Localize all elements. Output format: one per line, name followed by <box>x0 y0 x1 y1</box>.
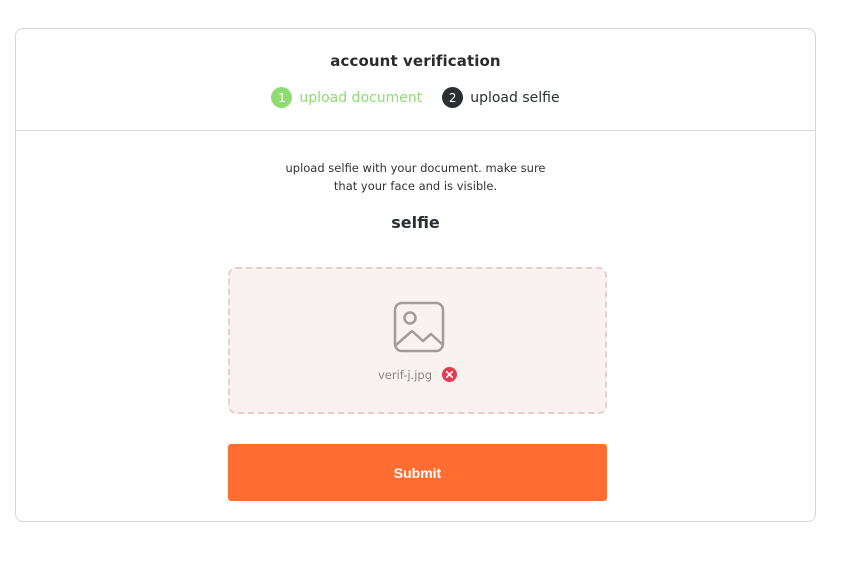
step-upload-selfie[interactable]: 2 upload selfie <box>442 87 560 108</box>
page-title: account verification <box>330 52 501 70</box>
close-circle-icon[interactable] <box>442 367 458 382</box>
step-number: 1 <box>271 87 293 108</box>
selfie-dropzone[interactable]: verif-j.jpg <box>228 267 607 414</box>
step-label: upload document <box>299 89 423 106</box>
submit-button[interactable]: Submit <box>228 444 607 501</box>
instructions-text: upload selfie with your document. make s… <box>16 159 815 195</box>
instructions-line: that your face and is visible. <box>333 179 498 193</box>
step-number: 2 <box>442 87 464 108</box>
instructions-line: upload selfie with your document. make s… <box>285 161 546 175</box>
image-icon <box>393 301 445 353</box>
stepper: 1 upload document 2 upload selfie <box>16 87 815 108</box>
file-row: verif-j.jpg <box>230 367 605 382</box>
card-header: account verification 1 upload document 2… <box>16 29 815 131</box>
file-name: verif-j.jpg <box>377 367 433 382</box>
section-label: selfie <box>391 213 440 232</box>
verification-card: account verification 1 upload document 2… <box>15 28 816 522</box>
step-label: upload selfie <box>470 89 560 106</box>
step-upload-document[interactable]: 1 upload document <box>271 87 422 108</box>
